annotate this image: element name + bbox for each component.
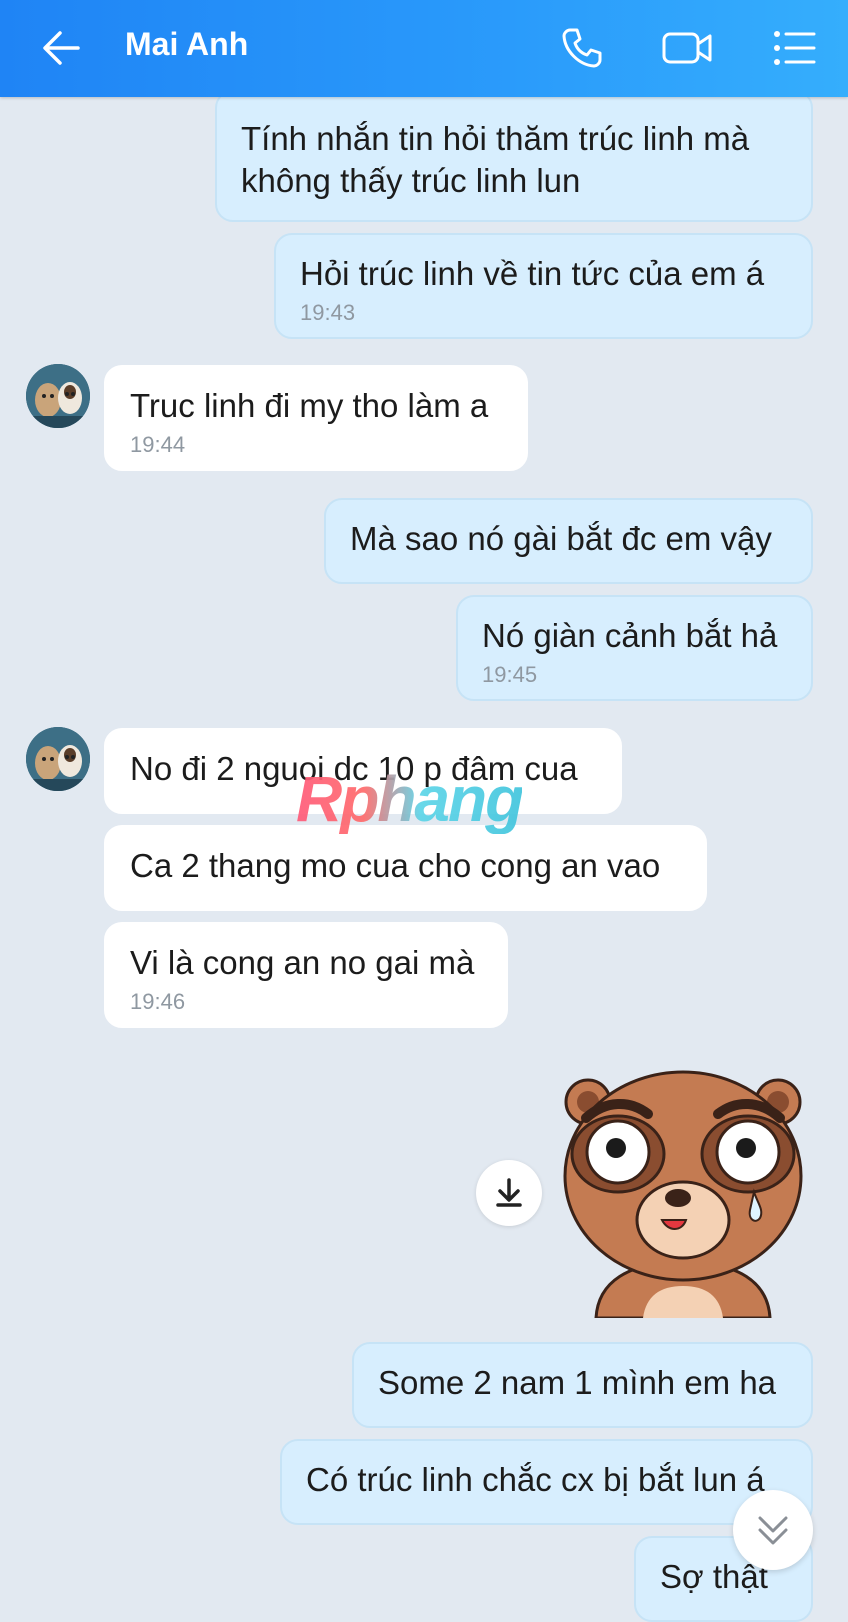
message-text: Some 2 nam 1 mình em ha bbox=[378, 1364, 777, 1401]
outgoing-message[interactable]: Tính nhắn tin hỏi thăm trúc linh mà khôn… bbox=[215, 90, 813, 222]
avatar[interactable] bbox=[26, 727, 90, 791]
download-button[interactable] bbox=[476, 1160, 542, 1226]
raccoon-sticker-icon[interactable] bbox=[558, 1060, 808, 1318]
incoming-message[interactable]: Truc linh đi my tho làm a 19:44 bbox=[104, 365, 528, 471]
chat-header: Mai Anh bbox=[0, 0, 848, 97]
scroll-to-bottom-button[interactable] bbox=[733, 1490, 813, 1570]
arrow-left-icon[interactable] bbox=[38, 25, 84, 71]
incoming-message[interactable]: Vi là cong an no gai mà 19:46 bbox=[104, 922, 508, 1028]
dog-photo-icon bbox=[26, 727, 90, 791]
message-time: 19:44 bbox=[130, 432, 186, 457]
message-text: Mà sao nó gài bắt đc em vậy bbox=[350, 520, 772, 557]
download-icon bbox=[496, 1178, 522, 1207]
message-time: 19:46 bbox=[130, 989, 186, 1014]
message-text: Có trúc linh chắc cx bị bắt lun á bbox=[306, 1461, 765, 1498]
list-menu-icon[interactable] bbox=[770, 24, 818, 72]
video-camera-icon[interactable] bbox=[660, 24, 716, 72]
message-text: Vi là cong an no gai mà bbox=[130, 944, 475, 981]
message-text: Nó giàn cảnh bắt hả bbox=[482, 617, 778, 654]
dog-photo-icon bbox=[26, 364, 90, 428]
outgoing-message[interactable]: Nó giàn cảnh bắt hả 19:45 bbox=[456, 595, 813, 701]
phone-icon[interactable] bbox=[558, 24, 606, 72]
message-time: 19:45 bbox=[482, 662, 538, 687]
message-time: 19:43 bbox=[300, 300, 356, 325]
watermark-logo: Rphang bbox=[296, 763, 524, 835]
outgoing-message[interactable]: Mà sao nó gài bắt đc em vậy bbox=[324, 498, 813, 584]
outgoing-message[interactable]: Some 2 nam 1 mình em ha bbox=[352, 1342, 813, 1428]
message-text: Tính nhắn tin hỏi thăm trúc linh mà khôn… bbox=[241, 120, 750, 199]
outgoing-message[interactable]: Hỏi trúc linh về tin tức của em á 19:43 bbox=[274, 233, 813, 339]
incoming-message[interactable]: Ca 2 thang mo cua cho cong an vao bbox=[104, 825, 707, 911]
avatar[interactable] bbox=[26, 364, 90, 428]
contact-name[interactable]: Mai Anh bbox=[125, 26, 248, 63]
message-text: Ca 2 thang mo cua cho cong an vao bbox=[130, 847, 661, 884]
double-chevron-down-icon bbox=[758, 1516, 788, 1545]
message-text: Hỏi trúc linh về tin tức của em á bbox=[300, 255, 765, 292]
message-text: Truc linh đi my tho làm a bbox=[130, 387, 489, 424]
